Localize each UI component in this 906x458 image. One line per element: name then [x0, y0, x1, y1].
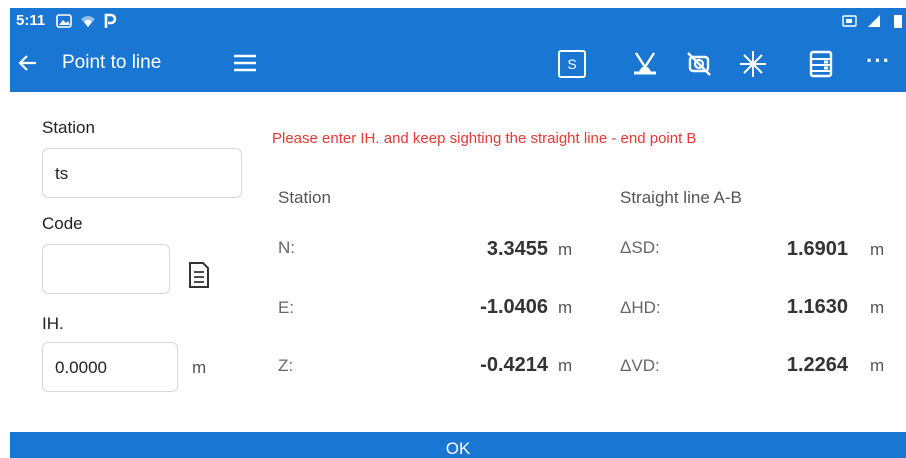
n-label: N:	[278, 238, 295, 257]
ih-label: IH.	[42, 314, 64, 333]
sim-icon	[842, 15, 857, 27]
status-bar: 5:11	[10, 8, 906, 34]
gallery-icon	[56, 14, 72, 28]
station-column-header: Station	[278, 188, 331, 207]
code-list-icon[interactable]	[188, 262, 210, 288]
instruction-message: Please enter IH. and keep sighting the s…	[272, 130, 697, 147]
e-unit: m	[558, 298, 573, 317]
code-input[interactable]	[42, 244, 170, 294]
wifi-icon	[81, 16, 95, 27]
line-column-header: Straight line A-B	[620, 188, 742, 207]
n-value: 3.3455	[486, 238, 548, 260]
app-window: 5:11 Point to line S ··· Station ts Code…	[10, 8, 906, 458]
station-label: Station	[42, 118, 95, 137]
more-icon[interactable]: ···	[866, 48, 891, 74]
p-app-icon	[104, 13, 117, 28]
laser-off-icon[interactable]	[684, 49, 714, 79]
sd-label: ΔSD:	[620, 238, 660, 257]
code-label: Code	[42, 214, 83, 233]
signal-icon	[868, 15, 880, 27]
page-title: Point to line	[62, 52, 162, 73]
z-value: -0.4214	[480, 354, 548, 376]
hd-label: ΔHD:	[620, 298, 661, 317]
hd-value: 1.1630	[786, 296, 848, 318]
hd-unit: m	[870, 298, 885, 317]
back-arrow-icon[interactable]	[16, 51, 40, 75]
toolbar: Point to line S ···	[10, 34, 906, 92]
star-burst-icon[interactable]	[738, 49, 768, 79]
status-time: 5:11	[16, 12, 46, 29]
hamburger-menu-icon[interactable]	[232, 51, 258, 75]
sd-value: 1.6901	[786, 238, 848, 260]
vd-unit: m	[870, 356, 885, 375]
z-unit: m	[558, 356, 573, 375]
z-label: Z:	[278, 356, 294, 375]
vd-value: 1.2264	[786, 354, 848, 376]
n-unit: m	[558, 240, 573, 259]
station-input[interactable]: ts	[42, 148, 242, 198]
sd-unit: m	[870, 240, 885, 259]
ih-input[interactable]: 0.0000	[42, 342, 178, 392]
content-area: Station ts Code IH. 0.0000 m Please ente…	[10, 92, 906, 432]
s-mode-button[interactable]: S	[558, 50, 586, 78]
ok-button[interactable]: OK	[10, 432, 906, 458]
e-value: -1.0406	[480, 296, 548, 318]
vd-label: ΔVD:	[620, 356, 660, 375]
battery-icon	[894, 15, 902, 28]
e-label: E:	[278, 298, 295, 317]
prism-target-icon[interactable]	[630, 49, 660, 79]
data-list-icon[interactable]	[806, 49, 836, 79]
ih-unit: m	[192, 358, 207, 377]
